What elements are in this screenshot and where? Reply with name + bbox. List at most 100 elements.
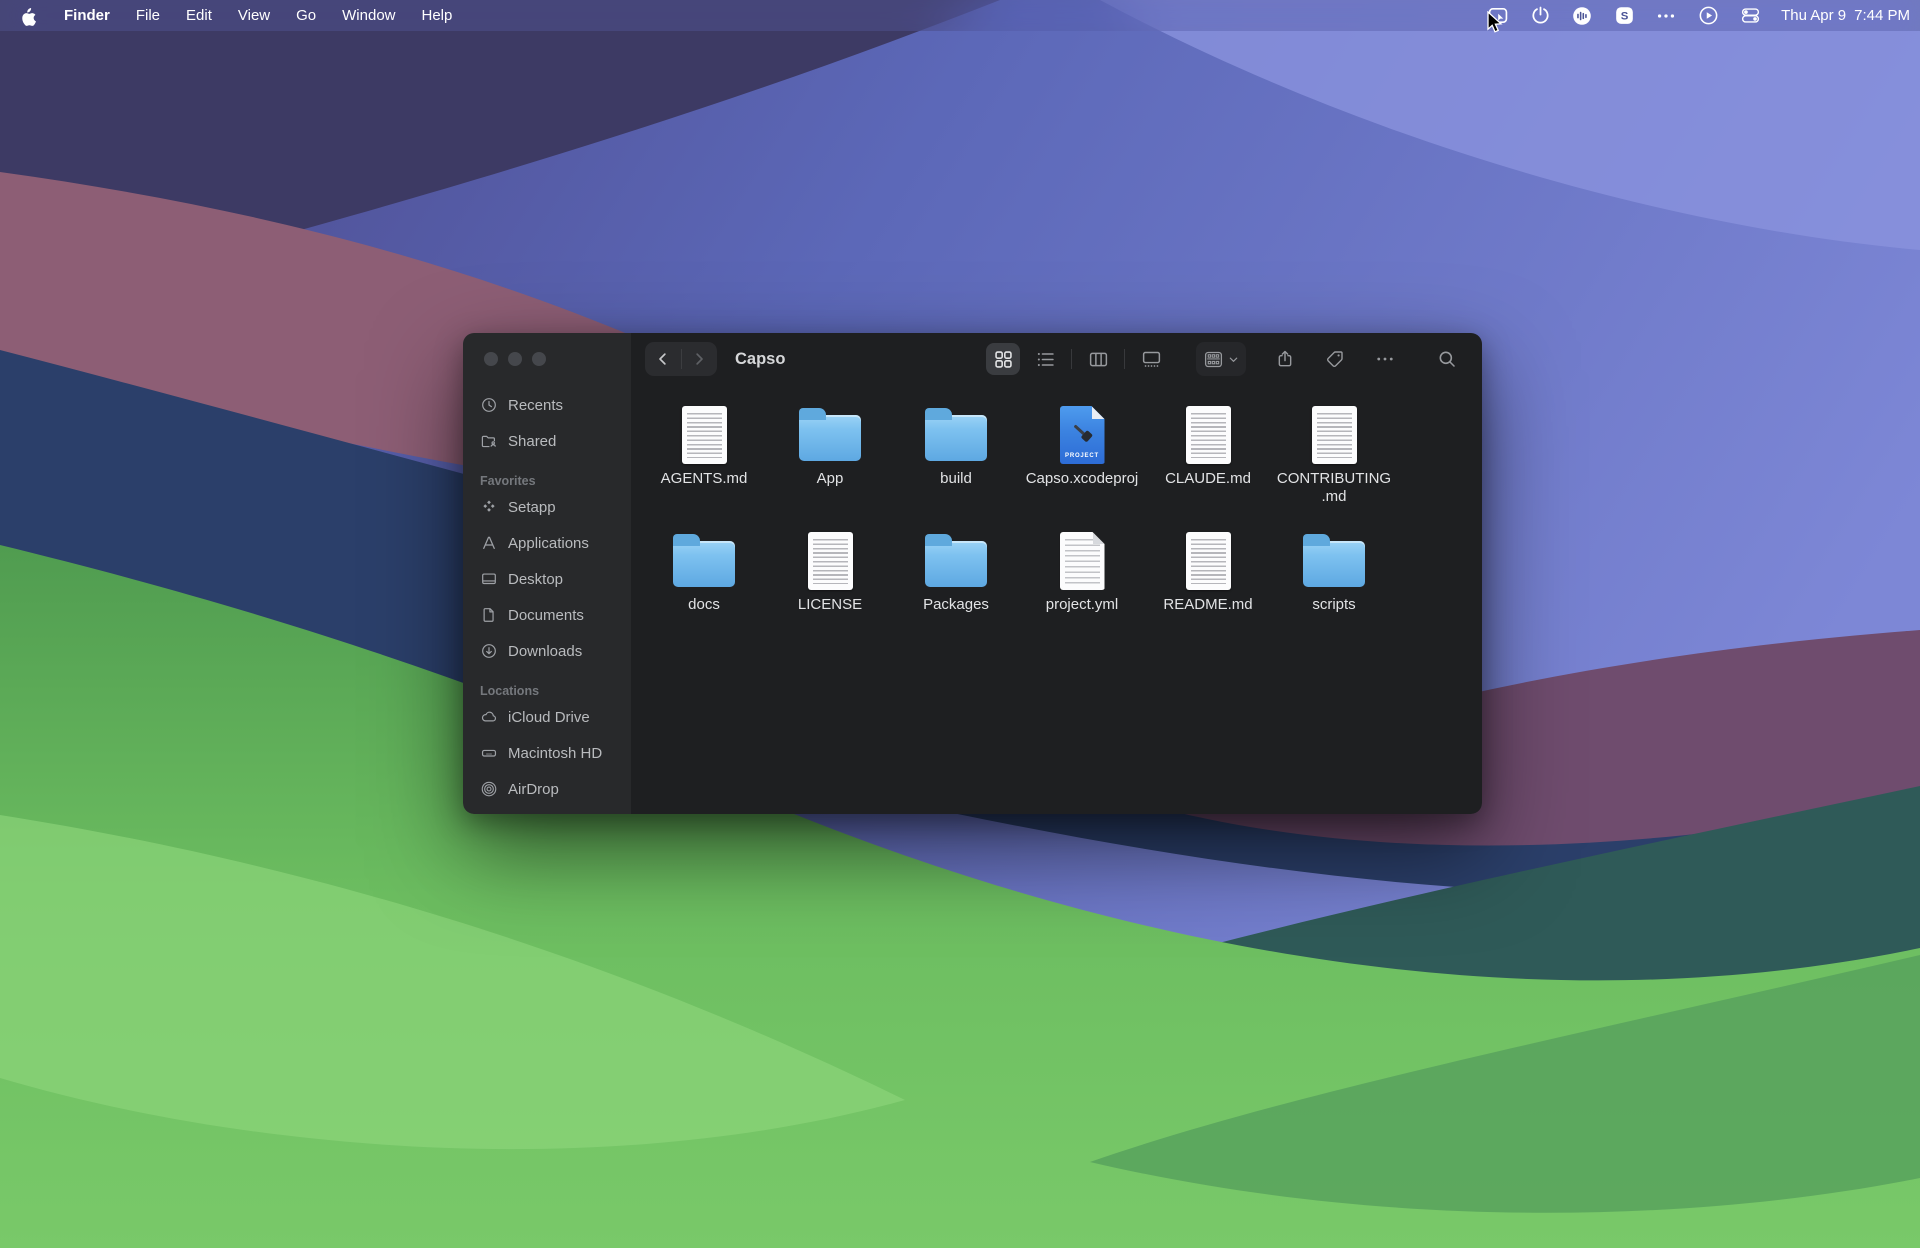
menubar-clock[interactable]: Thu Apr 9 7:44 PM — [1781, 7, 1910, 24]
file-label: Capso.xcodeproj — [1026, 470, 1139, 488]
sidebar-item-recents[interactable]: Recents — [471, 387, 623, 423]
mouse-cursor — [1487, 11, 1504, 35]
group-by-button[interactable] — [1196, 342, 1246, 376]
folder-packages[interactable]: Packages — [893, 523, 1019, 649]
dogear-fold — [1093, 532, 1105, 544]
s-app-icon[interactable]: S — [1613, 5, 1635, 27]
menu-view[interactable]: View — [238, 7, 270, 24]
file-label: scripts — [1312, 596, 1355, 614]
sidebar-item-shared[interactable]: Shared — [471, 423, 623, 459]
menu-bar: Finder File Edit View Go Window Help — [0, 0, 1920, 31]
file-label: docs — [688, 596, 720, 614]
hammer-icon — [1069, 419, 1096, 446]
folder-app[interactable]: App — [767, 397, 893, 523]
airdrop-icon — [480, 780, 498, 798]
downloads-icon — [480, 642, 498, 660]
icloud-icon — [480, 708, 498, 726]
menu-file[interactable]: File — [136, 7, 160, 24]
file-claude-md[interactable]: CLAUDE.md — [1145, 397, 1271, 523]
share-button[interactable] — [1272, 344, 1298, 374]
document-icon — [1186, 532, 1231, 590]
column-view-button[interactable] — [1081, 343, 1115, 375]
file-license[interactable]: LICENSE — [767, 523, 893, 649]
file-grid: AGENTS.md App build PROJECT — [631, 385, 1482, 649]
sidebar-item-desktop[interactable]: Desktop — [471, 561, 623, 597]
play-icon[interactable] — [1697, 5, 1719, 27]
folder-scripts[interactable]: scripts — [1271, 523, 1397, 649]
file-label: App — [817, 470, 844, 488]
file-label: AGENTS.md — [661, 470, 748, 488]
finder-sidebar: Recents Shared Favorites Setapp Applicat… — [463, 333, 631, 814]
menubar-date: Thu Apr 9 — [1781, 7, 1846, 24]
project-badge: PROJECT — [1060, 453, 1105, 459]
zoom-button[interactable] — [532, 352, 546, 366]
document-dogear-icon — [1060, 532, 1105, 590]
file-contributing-md[interactable]: CONTRIBUTING.md — [1271, 397, 1397, 523]
clock-icon — [480, 396, 498, 414]
power-icon[interactable] — [1529, 5, 1551, 27]
more-status-icon[interactable] — [1655, 5, 1677, 27]
hard-drive-icon — [480, 744, 498, 762]
apple-menu-icon[interactable] — [16, 5, 38, 27]
more-actions-button[interactable] — [1372, 344, 1398, 374]
file-label: README.md — [1163, 596, 1252, 614]
folder-icon — [925, 541, 987, 587]
menu-go[interactable]: Go — [296, 7, 316, 24]
file-label: build — [940, 470, 972, 488]
documents-icon — [480, 606, 498, 624]
gallery-view-button[interactable] — [1134, 343, 1168, 375]
menu-help[interactable]: Help — [422, 7, 453, 24]
view-mode-switcher — [986, 343, 1168, 375]
file-agents-md[interactable]: AGENTS.md — [641, 397, 767, 523]
folder-build[interactable]: build — [893, 397, 1019, 523]
svg-text:S: S — [1620, 11, 1628, 23]
sidebar-item-setapp[interactable]: Setapp — [471, 489, 623, 525]
sidebar-item-applications[interactable]: Applications — [471, 525, 623, 561]
nav-divider — [681, 349, 682, 369]
tag-button[interactable] — [1322, 344, 1348, 374]
sidebar-item-airdrop[interactable]: AirDrop — [471, 771, 623, 807]
shared-folder-icon — [480, 432, 498, 450]
control-center-icon[interactable] — [1739, 5, 1761, 27]
desktop-icon — [480, 570, 498, 588]
document-icon — [808, 532, 853, 590]
menubar-app-name[interactable]: Finder — [64, 7, 110, 24]
file-label: project.yml — [1046, 596, 1119, 614]
menubar-time: 7:44 PM — [1854, 7, 1910, 24]
dogear-fold — [1092, 406, 1105, 419]
sidebar-item-downloads[interactable]: Downloads — [471, 633, 623, 669]
icon-view-button[interactable] — [986, 343, 1020, 375]
sidebar-item-documents[interactable]: Documents — [471, 597, 623, 633]
navigation-buttons — [645, 342, 717, 376]
toolbar-divider — [1124, 349, 1125, 369]
sidebar-item-icloud-drive[interactable]: iCloud Drive — [471, 699, 623, 735]
minimize-button[interactable] — [508, 352, 522, 366]
folder-icon — [1303, 541, 1365, 587]
audio-app-icon[interactable] — [1571, 5, 1593, 27]
sidebar-item-macintosh-hd[interactable]: Macintosh HD — [471, 735, 623, 771]
finder-toolbar: Capso — [631, 333, 1482, 385]
file-capso-xcodeproj[interactable]: PROJECT Capso.xcodeproj — [1019, 397, 1145, 523]
file-label: CONTRIBUTING.md — [1275, 470, 1393, 507]
file-readme-md[interactable]: README.md — [1145, 523, 1271, 649]
search-button[interactable] — [1434, 344, 1460, 374]
sidebar-section-favorites: Favorites — [480, 474, 623, 488]
back-button[interactable] — [654, 350, 672, 368]
finder-window: Recents Shared Favorites Setapp Applicat… — [463, 333, 1482, 814]
desktop: { "menu_bar": { "app_name": "Finder", "m… — [0, 0, 1920, 1248]
applications-icon — [480, 534, 498, 552]
sidebar-section-locations: Locations — [480, 684, 623, 698]
toolbar-divider — [1071, 349, 1072, 369]
file-label: CLAUDE.md — [1165, 470, 1251, 488]
menu-window[interactable]: Window — [342, 7, 395, 24]
xcode-project-icon: PROJECT — [1060, 406, 1105, 464]
group-icon — [1203, 349, 1224, 370]
document-icon — [1312, 406, 1357, 464]
forward-button[interactable] — [690, 350, 708, 368]
file-project-yml[interactable]: project.yml — [1019, 523, 1145, 649]
folder-docs[interactable]: docs — [641, 523, 767, 649]
close-button[interactable] — [484, 352, 498, 366]
menu-edit[interactable]: Edit — [186, 7, 212, 24]
folder-icon — [673, 541, 735, 587]
list-view-button[interactable] — [1028, 343, 1062, 375]
